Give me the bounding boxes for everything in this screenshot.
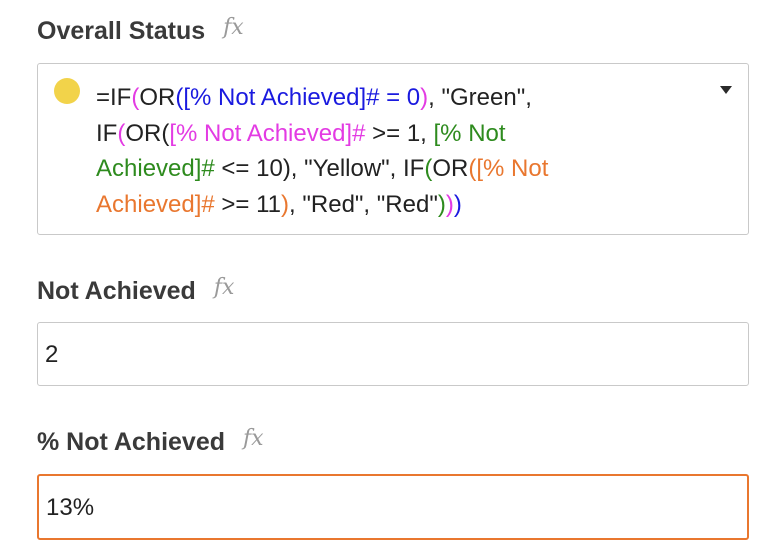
overall-status-label-text: Overall Status xyxy=(37,17,206,45)
formula-token: [% Not Achieved]# = 0 xyxy=(183,84,421,111)
not-achieved-field[interactable]: 2 xyxy=(37,322,749,386)
formula-text[interactable]: =IF(OR([% Not Achieved]# = 0), "Green", … xyxy=(96,80,696,222)
pct-not-achieved-label-text: % Not Achieved xyxy=(37,428,226,456)
overall-status-formula-field[interactable]: =IF(OR([% Not Achieved]# = 0), "Green", … xyxy=(37,63,749,235)
not-achieved-label-text: Not Achieved xyxy=(37,277,196,305)
formula-fx-icon: 𝑓𝑥 xyxy=(243,426,264,451)
overall-status-label: Overall Status 𝑓𝑥 xyxy=(37,15,244,46)
formula-token: ) xyxy=(420,84,429,111)
formula-token: OR xyxy=(125,119,162,147)
formula-token: ) xyxy=(281,190,290,218)
formula-token: <= 10), "Yellow", IF xyxy=(214,155,425,182)
formula-token: , "Green", xyxy=(428,84,532,111)
formula-token: [% Not Achieved]# xyxy=(169,119,366,147)
formula-fx-icon: 𝑓𝑥 xyxy=(223,15,244,40)
pct-not-achieved-field[interactable]: 13% xyxy=(37,474,749,540)
formula-token: =IF xyxy=(96,84,132,111)
formula-token: ) xyxy=(453,190,462,218)
formula-token: ) xyxy=(445,190,454,218)
not-achieved-value: 2 xyxy=(45,341,59,368)
formula-token: >= 11 xyxy=(214,190,282,218)
pct-not-achieved-value: 13% xyxy=(46,494,95,521)
formula-token: IF xyxy=(96,119,118,147)
formula-token: OR xyxy=(139,84,176,111)
status-yellow-dot-icon xyxy=(54,78,80,104)
formula-token: OR xyxy=(432,155,469,182)
dropdown-caret-icon[interactable] xyxy=(720,86,732,94)
not-achieved-label: Not Achieved 𝑓𝑥 xyxy=(37,275,235,306)
formula-fx-icon: 𝑓𝑥 xyxy=(213,275,235,300)
pct-not-achieved-label: % Not Achieved 𝑓𝑥 xyxy=(37,426,264,457)
formula-token: , "Red", "Red" xyxy=(289,190,438,218)
formula-token: ) xyxy=(437,190,446,218)
formula-token: >= 1, xyxy=(365,119,434,147)
